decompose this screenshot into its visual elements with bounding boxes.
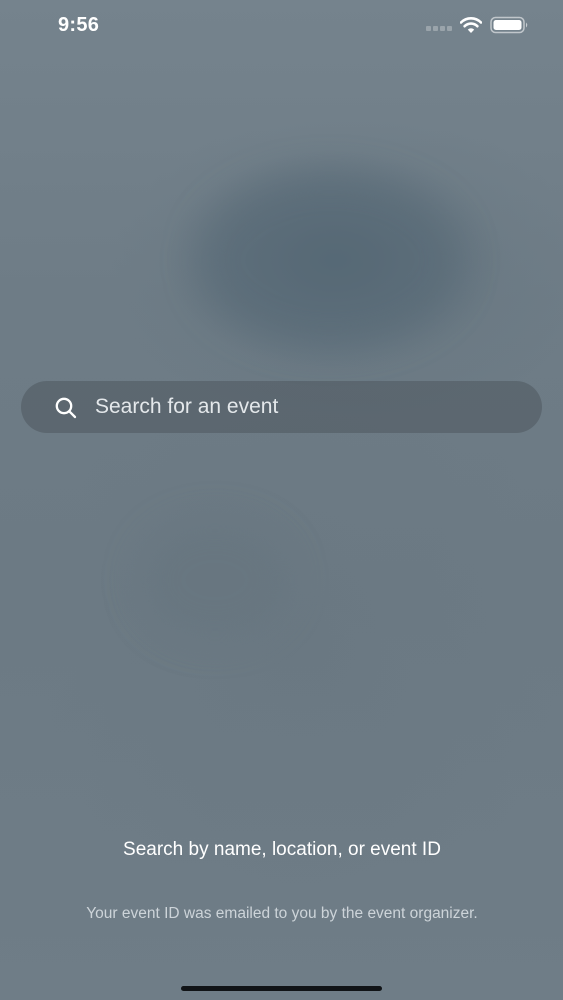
status-bar: 9:56 <box>0 0 563 52</box>
wifi-icon <box>460 17 482 33</box>
search-hint-title: Search by name, location, or event ID <box>123 839 441 860</box>
search-input[interactable] <box>95 392 515 422</box>
event-id-hint: Your event ID was emailed to you by the … <box>86 905 478 922</box>
event-search-screen: 9:56 Search by name, location, or event … <box>0 0 563 1000</box>
battery-icon <box>490 16 528 34</box>
home-indicator <box>181 986 382 991</box>
background-blur-shape <box>140 520 290 640</box>
signal-icon <box>426 26 452 31</box>
status-time: 9:56 <box>58 14 100 36</box>
search-icon <box>55 397 77 419</box>
background-blur-shape <box>200 175 460 345</box>
